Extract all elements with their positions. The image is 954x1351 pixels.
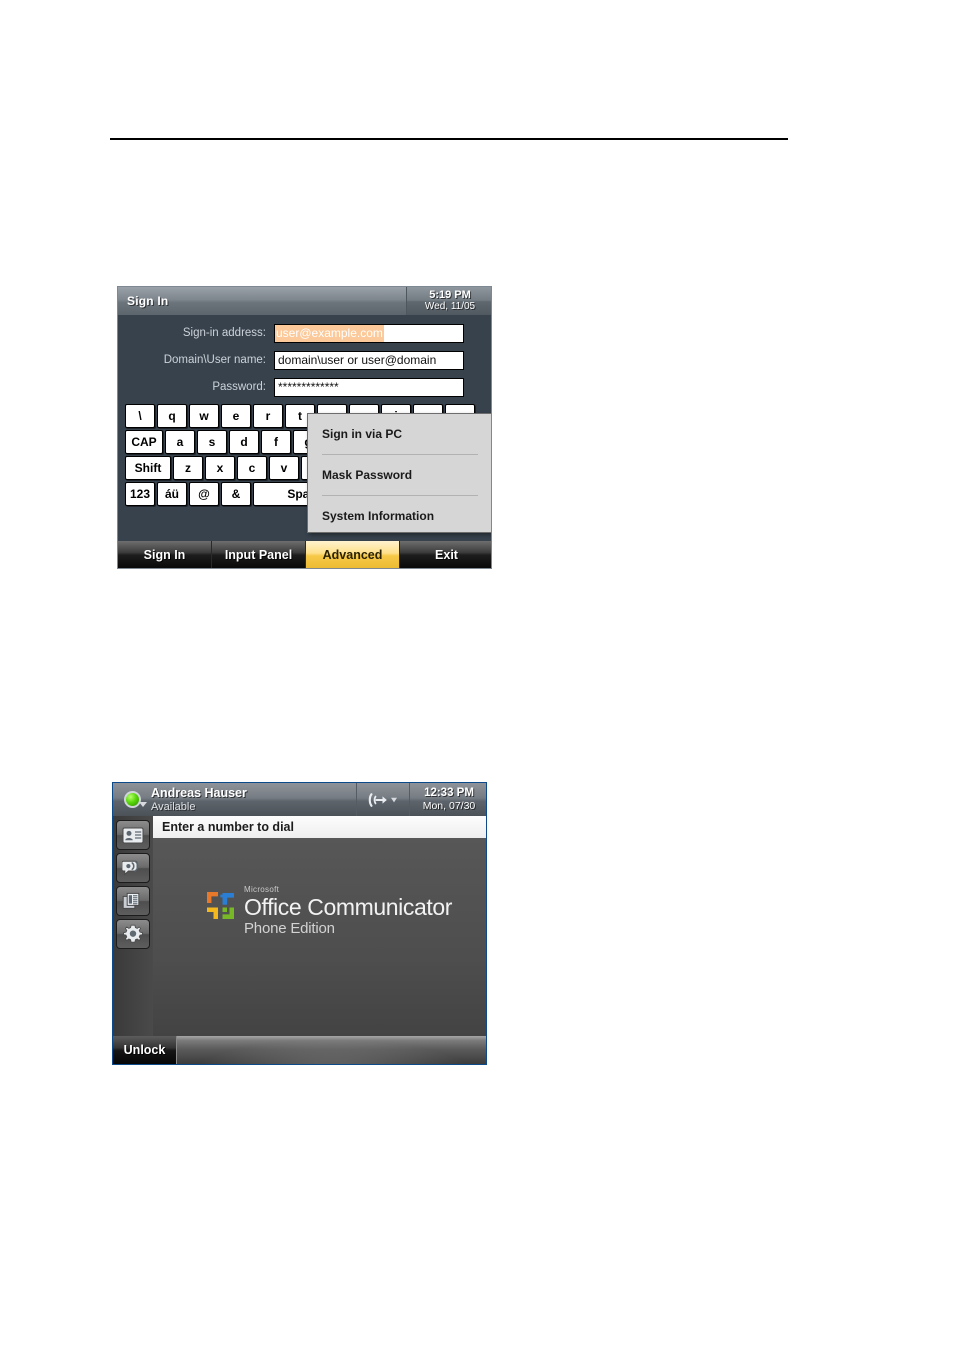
form-row-password: Password: ************* [118,377,491,397]
page-title: Sign In [127,294,169,308]
key-e[interactable]: e [221,404,251,428]
key-r[interactable]: r [253,404,283,428]
user-info: Andreas Hauser Available [151,783,356,816]
clock-date: Wed, 11/05 [424,301,476,312]
voicemail-icon [122,860,139,876]
sidebar-item-voicemail[interactable] [116,853,150,883]
key-q[interactable]: q [157,404,187,428]
product-logo-text: Microsoft Office Communicator Phone Edit… [244,885,452,938]
status-clock: 5:19 PM Wed, 11/05 [406,287,491,315]
sidebar-item-options[interactable] [116,919,150,949]
key-w[interactable]: w [189,404,219,428]
domain-username-input[interactable]: domain\user or user@domain [274,350,464,370]
contacts-card-icon [122,827,144,843]
dial-input[interactable]: Enter a number to dial [153,816,486,838]
softkey-bar-filler [177,1036,486,1064]
communicator-titlebar: Andreas Hauser Available 12:33 PM Mon, 0… [113,783,486,816]
softkey-sign-in[interactable]: Sign In [118,541,212,568]
product-logo: Microsoft Office Communicator Phone Edit… [205,886,452,937]
key-f[interactable]: f [261,430,291,454]
brand-microsoft: Microsoft [244,885,280,894]
softkey-exit[interactable]: Exit [400,541,491,568]
key-d[interactable]: d [229,430,259,454]
key-cap[interactable]: CAP [125,430,163,454]
splash-canvas: Microsoft Office Communicator Phone Edit… [153,838,486,1036]
key-v[interactable]: v [269,456,299,480]
clock-time: 5:19 PM [429,289,471,301]
signin-form: Sign-in address: user@example.com Domain… [118,315,491,404]
office-logo-icon [205,890,237,922]
communicator-body: Enter a number to dial Microsoft Office … [113,816,486,1036]
signin-softkey-bar: Sign In Input Panel Advanced Exit [118,541,491,568]
communicator-home-screen: Andreas Hauser Available 12:33 PM Mon, 0… [112,782,487,1065]
presence-available-orb-icon [123,791,141,808]
domain-username-value: domain\user or user@domain [278,353,437,367]
menu-item-mask-password[interactable]: Mask Password [308,455,491,495]
presence-button[interactable] [113,783,151,816]
signin-address-input[interactable]: user@example.com [274,323,464,343]
product-edition: Phone Edition [244,920,335,937]
form-row-signin-address: Sign-in address: user@example.com [118,323,491,343]
clock-time: 12:33 PM [424,786,474,799]
key-x[interactable]: x [205,456,235,480]
password-label: Password: [212,381,266,393]
key-s[interactable]: s [197,430,227,454]
product-name: Office Communicator [244,894,452,920]
status-clock: 12:33 PM Mon, 07/30 [410,783,486,816]
password-input[interactable]: ************* [274,377,464,397]
advanced-menu[interactable]: Sign in via PC Mask Password System Info… [307,413,491,536]
key-shift[interactable]: Shift [125,456,171,480]
signin-address-value: user@example.com [275,324,384,342]
clock-date: Mon, 07/30 [422,799,476,812]
page-header-rule [110,138,788,140]
communicator-sidebar [113,816,153,1036]
call-log-icon [122,892,140,909]
form-row-domain-username: Domain\User name: domain\user or user@do… [118,350,491,370]
softkey-unlock[interactable]: Unlock [113,1036,177,1064]
communicator-softkey-bar: Unlock [113,1036,486,1064]
settings-gear-icon [123,924,143,943]
communicator-main: Enter a number to dial Microsoft Office … [153,816,486,1036]
user-name: Andreas Hauser [151,785,247,800]
signin-titlebar: Sign In 5:19 PM Wed, 11/05 [118,287,491,315]
chevron-down-icon [139,802,147,807]
sidebar-item-contacts[interactable] [116,820,150,850]
menu-item-system-information[interactable]: System Information [308,496,491,536]
signin-address-label: Sign-in address: [182,327,266,339]
key-accents[interactable]: áü [157,482,187,506]
signin-screen: Sign In 5:19 PM Wed, 11/05 Sign-in addre… [117,286,492,569]
key-a[interactable]: a [165,430,195,454]
key-numeric-mode[interactable]: 123 [125,482,155,506]
menu-item-sign-in-via-pc[interactable]: Sign in via PC [308,414,491,454]
key-ampersand[interactable]: & [221,482,251,506]
domain-username-label: Domain\User name: [163,354,266,366]
sidebar-item-call-log[interactable] [116,886,150,916]
key-backslash[interactable]: \ [125,404,155,428]
status-badge: Available [151,800,196,813]
softkey-input-panel[interactable]: Input Panel [212,541,306,568]
key-at[interactable]: @ [189,482,219,506]
key-z[interactable]: z [173,456,203,480]
softkey-advanced[interactable]: Advanced [306,541,400,568]
call-forwarding-icon [368,792,397,807]
password-value: ************* [278,380,339,394]
call-forwarding-button[interactable] [356,783,410,816]
key-c[interactable]: c [237,456,267,480]
